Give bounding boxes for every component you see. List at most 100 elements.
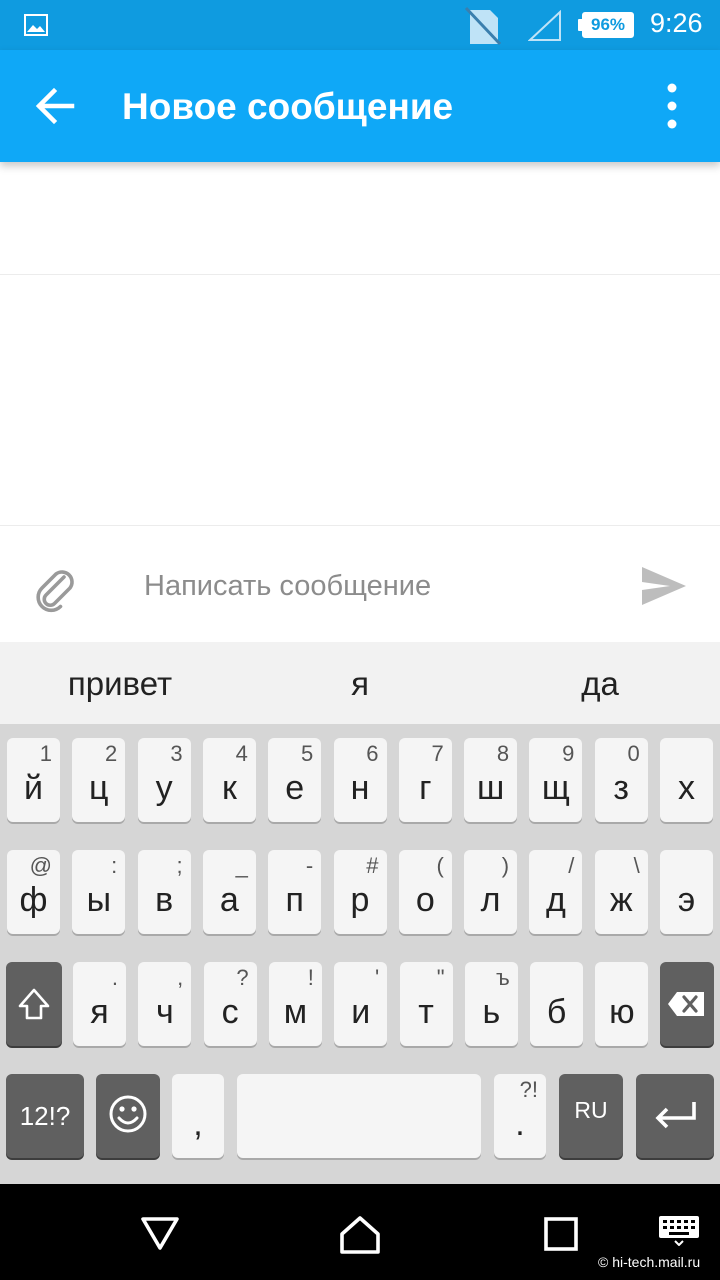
back-triangle-icon[interactable]: [138, 1212, 182, 1256]
key-hint: ,: [177, 965, 184, 990]
status-clock: 9:26: [650, 8, 703, 38]
no-sim-icon: [464, 6, 502, 46]
key-label: ш: [476, 769, 505, 807]
key-hint: #: [366, 853, 379, 878]
key-hint: 6: [366, 741, 379, 766]
key-row2-7[interactable]: ) л: [464, 850, 518, 934]
page-title: Новое сообщение: [122, 86, 454, 127]
key-row1-7[interactable]: 8ш: [464, 738, 518, 822]
emoji-key[interactable]: [96, 1074, 160, 1158]
key-label: г: [419, 769, 432, 807]
key-hint: 1: [39, 741, 52, 766]
key-hint: 4: [235, 741, 248, 766]
key-row2-0[interactable]: @ ф: [7, 850, 60, 934]
key-label: х: [678, 769, 695, 807]
backspace-icon: [668, 992, 704, 1016]
key-row2-2[interactable]: ; в: [137, 850, 191, 934]
key-label: ь: [482, 993, 501, 1031]
key-label: е: [285, 769, 305, 807]
key-row2-1[interactable]: :ы: [72, 850, 126, 934]
key-label: ф: [19, 881, 48, 919]
key-row3-5[interactable]: " т: [399, 962, 453, 1046]
key-row2-9[interactable]: \ ж: [594, 850, 648, 934]
key-row3-4[interactable]: ' и: [334, 962, 388, 1046]
key-hint: ): [501, 853, 510, 878]
key-row1-0[interactable]: 1й: [7, 738, 60, 822]
recents-icon[interactable]: [539, 1212, 583, 1256]
key-row3-6[interactable]: ъь: [464, 962, 518, 1046]
key-row1-5[interactable]: 6н: [333, 738, 387, 822]
key-row3-0[interactable]: .я: [73, 962, 126, 1046]
key-label: э: [677, 881, 696, 919]
key-label: б: [546, 993, 567, 1031]
comma-key[interactable]: ,: [172, 1074, 224, 1158]
key-row3-2[interactable]: ? с: [203, 962, 257, 1046]
battery-percent: 96%: [590, 15, 626, 34]
key-label: ч: [155, 993, 174, 1031]
language-key[interactable]: RU: [559, 1074, 623, 1158]
message-input[interactable]: [144, 561, 614, 611]
key-label: л: [480, 881, 501, 919]
key-row1-4[interactable]: 5е: [268, 738, 322, 822]
image-notification-icon: [24, 14, 48, 36]
keyboard-switch-icon[interactable]: [657, 1214, 701, 1246]
key-row2-3[interactable]: _ а: [202, 850, 256, 934]
key-hint: 5: [300, 741, 314, 766]
key-row2-10[interactable]: э: [660, 850, 713, 934]
keyboard: 1й2ц3у4к5е6н7г8ш9щ0зх @ ф: ы; в _ а - п # р(о) л / д…: [0, 724, 720, 1184]
key-hint: :: [111, 853, 118, 878]
recipient-area[interactable]: [0, 162, 720, 275]
key-row2-6[interactable]: (о: [398, 850, 452, 934]
shift-key[interactable]: [6, 962, 62, 1046]
key-row3-8[interactable]: ю: [595, 962, 649, 1046]
backspace-key[interactable]: [660, 962, 714, 1046]
enter-icon: [655, 1102, 696, 1129]
paperclip-icon[interactable]: [30, 563, 80, 613]
period-key[interactable]: ?! .: [494, 1074, 546, 1158]
send-icon[interactable]: [636, 563, 690, 609]
key-label: ю: [609, 993, 635, 1031]
suggestion-2[interactable]: я: [240, 642, 480, 724]
battery-icon: 96%: [578, 12, 634, 38]
key-label: в: [155, 881, 174, 919]
key-label: с: [221, 993, 239, 1031]
key-row1-3[interactable]: 4к: [202, 738, 256, 822]
key-row3-3[interactable]: ! м: [268, 962, 322, 1046]
key-hint: ?: [236, 965, 249, 990]
key-row1-10[interactable]: х: [660, 738, 713, 822]
message-thread-area: [0, 276, 720, 526]
key-row1-8[interactable]: 9щ: [529, 738, 583, 822]
symbols-key[interactable]: 12!?: [6, 1074, 84, 1158]
key-hint: \: [633, 853, 640, 878]
key-row1-1[interactable]: 2ц: [72, 738, 126, 822]
home-icon[interactable]: [338, 1212, 382, 1256]
key-hint: !: [307, 965, 314, 990]
key-label: я: [90, 993, 109, 1031]
suggestion-3[interactable]: да: [480, 642, 720, 724]
key-row3-7[interactable]: б: [530, 962, 584, 1046]
key-hint: /: [568, 853, 575, 878]
key-row3-1[interactable]: ,ч: [138, 962, 192, 1046]
key-row2-5[interactable]: # р: [333, 850, 387, 934]
suggestion-1[interactable]: привет: [0, 642, 240, 724]
key-label: д: [545, 881, 566, 919]
key-row2-8[interactable]: / д: [529, 850, 583, 934]
key-label: у: [155, 769, 173, 807]
shift-icon: [18, 988, 50, 1020]
key-row2-4[interactable]: -п: [268, 850, 322, 934]
more-vert-icon[interactable]: [650, 76, 694, 136]
key-label: щ: [541, 769, 570, 807]
key-label: н: [350, 769, 370, 807]
space-key[interactable]: [237, 1074, 481, 1158]
key-row1-9[interactable]: 0з: [594, 738, 648, 822]
enter-key[interactable]: [636, 1074, 714, 1158]
key-row1-2[interactable]: 3у: [137, 738, 191, 822]
arrow-back-icon[interactable]: [22, 74, 86, 138]
key-hint: ": [436, 965, 445, 990]
watermark: © hi-tech.mail.ru: [598, 1254, 701, 1270]
key-label: м: [283, 993, 308, 1031]
key-row1-6[interactable]: 7г: [398, 738, 452, 822]
key-hint: (: [436, 853, 444, 878]
key-hint: 9: [562, 741, 575, 766]
key-hint: -: [305, 853, 314, 878]
